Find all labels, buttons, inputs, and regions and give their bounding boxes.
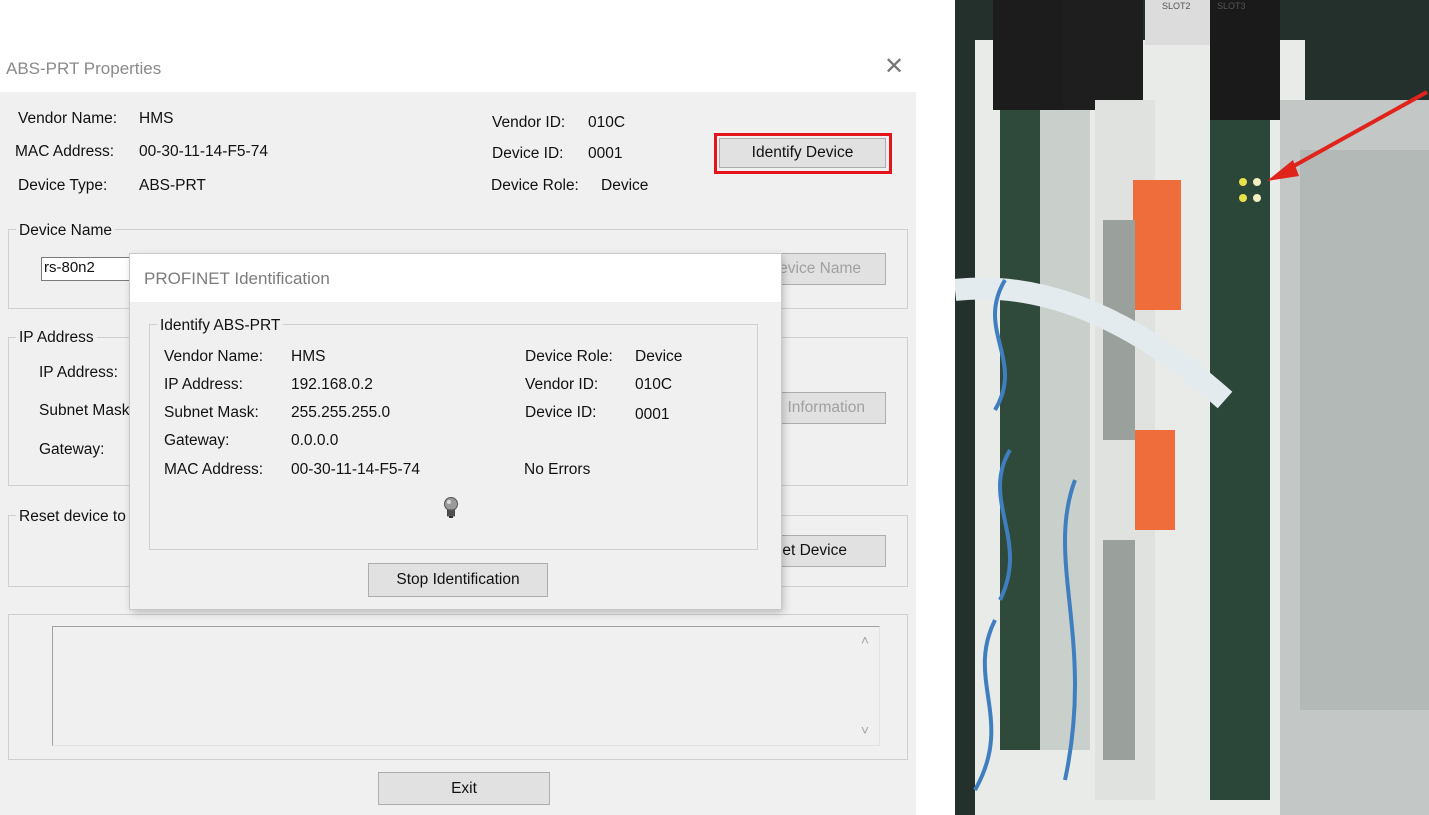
- stop-identification-button[interactable]: Stop Identification: [368, 563, 548, 597]
- modal-device-id-label: Device ID:: [525, 404, 597, 421]
- modal-status-text: No Errors: [524, 461, 591, 478]
- device-id-value: 0001: [588, 145, 623, 162]
- scroll-up-icon[interactable]: ˄: [856, 632, 874, 650]
- device-role-label: Device Role:: [491, 177, 579, 194]
- exit-button[interactable]: Exit: [378, 772, 550, 805]
- modal-ip-label: IP Address:: [164, 376, 243, 393]
- modal-subnet-value: 255.255.255.0: [291, 404, 391, 421]
- identify-button-highlight: [714, 133, 892, 174]
- modal-gateway-value: 0.0.0.0: [291, 432, 339, 449]
- vendor-name-label: Vendor Name:: [18, 110, 118, 127]
- vendor-id-value: 010C: [588, 114, 626, 131]
- reset-legend: Reset device to: [16, 508, 129, 526]
- ip-address-legend: IP Address: [16, 329, 97, 347]
- modal-gateway-label: Gateway:: [164, 432, 230, 449]
- device-name-legend: Device Name: [16, 222, 116, 240]
- device-name-input[interactable]: rs-80n2: [41, 257, 136, 281]
- device-type-value: ABS-PRT: [139, 177, 206, 194]
- gateway-label: Gateway:: [39, 441, 105, 458]
- mac-address-value: 00-30-11-14-F5-74: [139, 143, 268, 160]
- ip-address-label: IP Address:: [39, 364, 118, 381]
- identify-group-legend: Identify ABS-PRT: [157, 317, 284, 335]
- modal-ip-value: 192.168.0.2: [291, 376, 373, 393]
- modal-vendor-name-value: HMS: [291, 348, 326, 365]
- log-textarea[interactable]: [52, 626, 880, 746]
- device-type-label: Device Type:: [18, 177, 108, 194]
- modal-device-id-value: 0001: [635, 406, 670, 423]
- modal-subnet-label: Subnet Mask:: [164, 404, 259, 421]
- device-role-value: Device: [601, 177, 649, 194]
- modal-title: PROFINET Identification: [144, 269, 330, 288]
- modal-vendor-name-label: Vendor Name:: [164, 348, 264, 365]
- lightbulb-icon: [444, 497, 458, 518]
- modal-device-role-label: Device Role:: [525, 348, 613, 365]
- scroll-down-icon[interactable]: ˅: [856, 722, 874, 740]
- modal-header: PROFINET Identification: [130, 254, 781, 302]
- device-photo: SLOT2 SLOT3: [955, 0, 1429, 815]
- modal-mac-value: 00-30-11-14-F5-74: [291, 461, 420, 478]
- hardware-rack-illustration: SLOT2 SLOT3: [955, 0, 1429, 815]
- modal-vendor-id-value: 010C: [635, 376, 673, 393]
- profinet-identification-dialog: PROFINET Identification Identify ABS-PRT…: [130, 254, 781, 609]
- vendor-id-label: Vendor ID:: [492, 114, 566, 131]
- vendor-name-value: HMS: [139, 110, 174, 127]
- subnet-mask-label: Subnet Mask: [39, 402, 130, 419]
- mac-address-label: MAC Address:: [15, 143, 115, 160]
- slot2-label: SLOT2: [1162, 1, 1191, 11]
- window-title: ABS-PRT Properties: [6, 59, 162, 78]
- modal-mac-label: MAC Address:: [164, 461, 264, 478]
- close-icon[interactable]: ✕: [884, 55, 904, 79]
- modal-vendor-id-label: Vendor ID:: [525, 376, 599, 393]
- modal-device-role-value: Device: [635, 348, 683, 365]
- device-id-label: Device ID:: [492, 145, 564, 162]
- slot3-label: SLOT3: [1217, 1, 1246, 11]
